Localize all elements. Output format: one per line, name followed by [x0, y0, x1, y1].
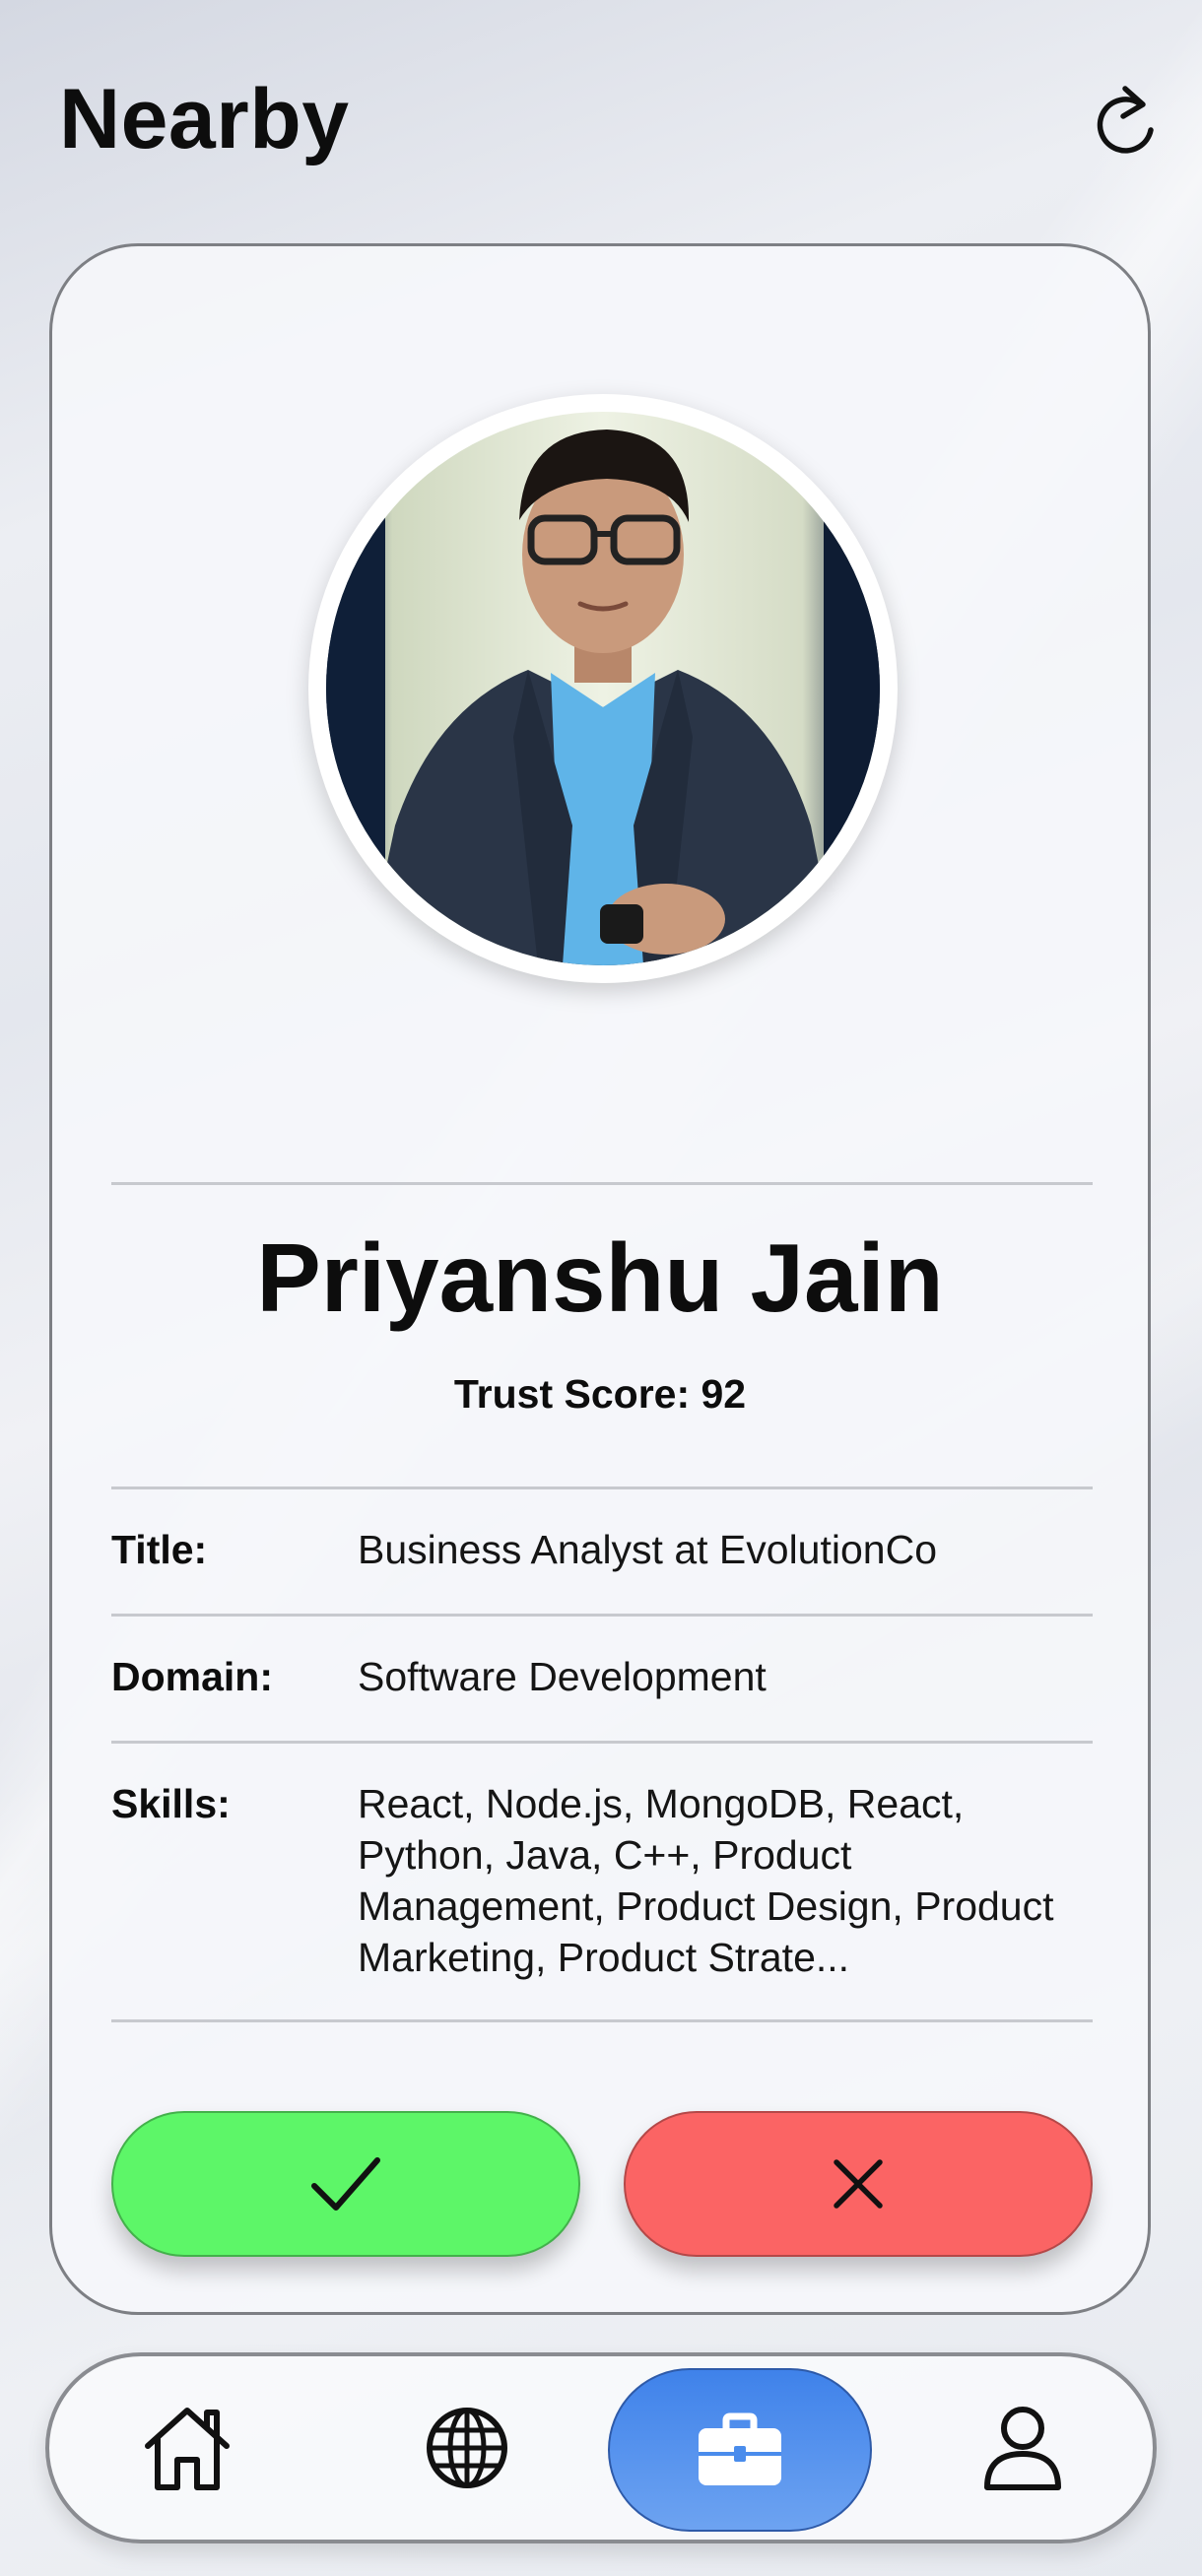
nav-explore[interactable]: [418, 2356, 516, 2540]
divider: [111, 1182, 1093, 1185]
avatar: [326, 412, 880, 965]
domain-value: Software Development: [358, 1654, 767, 1699]
divider: [111, 2019, 1093, 2022]
briefcase-icon: [699, 2412, 781, 2485]
close-icon: [834, 2159, 883, 2209]
title-value: Business Analyst at EvolutionCo: [358, 1527, 937, 1572]
divider: [111, 1486, 1093, 1489]
skills-value: React, Node.js, MongoDB, React, Python, …: [358, 1781, 1054, 1980]
nav-profile[interactable]: [973, 2356, 1072, 2540]
skills-label: Skills:: [111, 1781, 231, 1826]
domain-label: Domain:: [111, 1654, 273, 1699]
nav-home[interactable]: [138, 2356, 236, 2540]
avatar-ring: [308, 394, 898, 983]
profile-name: Priyanshu Jain: [256, 1223, 944, 1332]
checkmark-icon: [311, 2157, 380, 2211]
reject-button[interactable]: [624, 2111, 1093, 2257]
globe-icon: [427, 2408, 507, 2488]
user-icon: [984, 2407, 1061, 2490]
title-label: Title:: [111, 1527, 208, 1572]
accept-button[interactable]: [111, 2111, 580, 2257]
page-title: Nearby: [59, 72, 350, 166]
trust-score: Trust Score: 92: [453, 1371, 747, 1417]
divider: [111, 1741, 1093, 1744]
nav-jobs[interactable]: [608, 2368, 872, 2532]
bottom-navigation: [45, 2352, 1157, 2543]
refresh-button[interactable]: [1084, 81, 1167, 164]
refresh-icon: [1097, 86, 1154, 154]
home-icon: [145, 2408, 230, 2490]
profile-card[interactable]: Priyanshu Jain Trust Score: 92 Title: Bu…: [49, 243, 1151, 2315]
divider: [111, 1614, 1093, 1617]
